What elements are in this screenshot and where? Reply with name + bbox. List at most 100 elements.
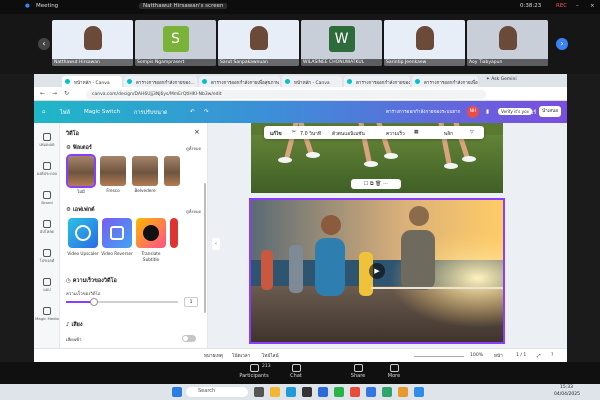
audio-toggle-1[interactable] — [182, 335, 196, 342]
filters-see-all-link[interactable]: ดูทั้งหมด — [186, 145, 201, 152]
chrome-icon[interactable] — [350, 387, 360, 397]
meeting-app-icon[interactable] — [366, 387, 376, 397]
video-upscaler-tile[interactable] — [68, 218, 98, 248]
prev-participants-icon[interactable]: ‹ — [38, 38, 50, 50]
rail-item[interactable]: Magic Media — [34, 307, 60, 321]
pages-button[interactable]: หน้า — [494, 353, 503, 360]
share-screen-button[interactable]: Share — [338, 364, 378, 379]
store-icon[interactable] — [302, 387, 312, 397]
chat-button[interactable]: Chat — [276, 364, 316, 379]
more-icon[interactable]: ⋯ — [383, 181, 388, 187]
translate-subtitle-tile[interactable] — [136, 218, 166, 248]
close-panel-icon[interactable]: × — [194, 128, 200, 136]
share-button[interactable]: แชร์ — [526, 109, 536, 117]
magic-switch-button[interactable]: Magic Switch — [84, 109, 120, 115]
app-icon-green[interactable] — [382, 387, 392, 397]
redo-icon[interactable]: ↷ — [204, 109, 209, 115]
filter-thumb-belvedere[interactable] — [132, 156, 158, 186]
duration-button[interactable]: 7.0 วินาที — [300, 130, 321, 138]
present-button[interactable]: นำเสนอ — [539, 106, 561, 117]
line-icon[interactable] — [334, 387, 344, 397]
video-reverser-tile[interactable] — [102, 218, 132, 248]
rail-item[interactable]: อัปโหลด — [34, 220, 60, 235]
mail-icon[interactable] — [318, 387, 328, 397]
start-icon[interactable] — [172, 387, 182, 397]
taskbar-time[interactable]: 15:33 — [560, 385, 573, 390]
rec-badge[interactable]: REC — [556, 3, 567, 9]
position-icon[interactable]: ▽ — [470, 130, 474, 135]
browser-tab[interactable]: ตารางการออกกำลังกายเพื่อสุขภาพ — [199, 76, 280, 87]
participant-tile[interactable]: Sarintip Jeenkaew — [384, 20, 465, 66]
zoom-level[interactable]: 100% — [470, 353, 483, 358]
more-button[interactable]: More — [374, 364, 414, 379]
back-icon[interactable]: ← — [40, 90, 45, 97]
undo-icon[interactable]: ↶ — [190, 109, 195, 115]
play-icon[interactable]: ▶ — [369, 263, 385, 279]
taskbar-date[interactable]: 04/04/2025 — [554, 392, 580, 397]
participants-button[interactable]: Participants — [234, 364, 274, 379]
next-effect-tile[interactable] — [170, 218, 178, 248]
app-icon-blue[interactable] — [414, 387, 424, 397]
user-avatar[interactable]: NH — [467, 106, 479, 118]
filter-thumb-next[interactable] — [164, 156, 180, 186]
help-icon[interactable]: ? — [551, 353, 553, 358]
panel-scrollbar[interactable] — [204, 183, 206, 313]
collapse-panel-icon[interactable]: ‹ — [212, 238, 220, 250]
speed-slider[interactable] — [66, 298, 178, 306]
duration-toggle[interactable]: โน้ตเวลา — [232, 353, 250, 360]
next-participants-icon[interactable]: › — [556, 38, 568, 50]
resize-button[interactable]: การปรับขนาด — [134, 109, 168, 117]
reload-icon[interactable]: ↻ — [64, 90, 69, 97]
browser-tab[interactable]: ตารางการออกกำลังกายของ... — [124, 76, 197, 87]
edge-icon[interactable] — [286, 387, 296, 397]
fullscreen-icon[interactable]: ⤢ — [537, 353, 541, 359]
comment-icon[interactable]: ☐ — [364, 181, 368, 187]
minimize-icon[interactable]: – — [576, 3, 579, 9]
participant-tile[interactable]: Natthawut Hirsawan — [52, 20, 133, 66]
browser-tab[interactable]: หน้าหลัก - Canva — [62, 76, 122, 87]
analytics-icon[interactable]: ▮ — [486, 109, 489, 115]
close-icon[interactable]: × — [590, 3, 595, 9]
duplicate-icon[interactable]: ⧉ — [370, 181, 374, 187]
effects-see-all-link[interactable]: ดูทั้งหมด — [186, 208, 201, 215]
notes-button[interactable]: หมายเหตุ — [204, 353, 223, 360]
participant-tile[interactable]: Aoy Tiabyapun — [467, 20, 548, 66]
scissors-icon[interactable]: ✂ — [292, 130, 296, 135]
rail-item[interactable]: แอป — [34, 278, 60, 293]
speed-button[interactable]: ความเร็ว — [386, 130, 405, 138]
rail-item[interactable]: โปรเจกต์ — [34, 249, 60, 264]
browser-tab[interactable]: ตารางการออกกำลังกายของ... — [344, 76, 410, 87]
forward-icon[interactable]: → — [52, 90, 57, 97]
taskbar-search[interactable]: Search — [186, 387, 248, 397]
timeline-button[interactable]: ไทม์ไลน์ — [262, 353, 279, 360]
app-icon-orange[interactable] — [398, 387, 408, 397]
delete-icon[interactable]: 🗑 — [375, 181, 381, 187]
page-2[interactable]: ▶ — [249, 198, 505, 344]
grid-icon[interactable]: ▦ — [414, 130, 419, 135]
animation-button[interactable]: ตัวตนแอนิเมชัน — [332, 130, 365, 138]
browser-tab[interactable]: ตารางการออกกำลังกายเพื่อ... — [412, 76, 478, 87]
home-icon[interactable]: ⌂ — [42, 109, 46, 115]
url-field[interactable]: canva.com/design/DAH6Ujj3Nj6ys/MmErQtlHK… — [86, 90, 486, 99]
filter-thumb-none[interactable] — [66, 154, 96, 188]
share-indicator[interactable]: Natthawut Hirsawan's screen — [139, 3, 228, 9]
participant-tile[interactable]: Sarut Sanpakawnuan — [218, 20, 299, 66]
ask-gemini-button[interactable]: ✦ Ask Gemini — [486, 77, 517, 82]
participant-tile[interactable]: W WILASINEE CHONUWATKUL — [301, 20, 382, 66]
speed-slider-handle[interactable] — [90, 298, 98, 306]
filter-thumb-fresco[interactable] — [100, 156, 126, 186]
files-icon[interactable] — [270, 387, 280, 397]
taskview-icon[interactable] — [254, 387, 264, 397]
zoom-slider[interactable] — [414, 356, 464, 357]
participant-video — [415, 26, 434, 50]
rail-item[interactable]: Brand — [34, 191, 60, 205]
file-menu[interactable]: ไฟล์ — [60, 109, 70, 117]
rail-item[interactable]: องค์ประกอบ — [34, 162, 60, 177]
browser-tab[interactable]: หน้าหลัก - Canva — [282, 76, 342, 87]
edit-button[interactable]: แก้ไข — [270, 130, 282, 138]
flip-button[interactable]: พลิก — [444, 130, 453, 138]
participant-tile[interactable]: S Sompis Ngamprasert — [135, 20, 216, 66]
rail-item[interactable]: เทมเพลต — [34, 133, 60, 148]
speed-value[interactable]: 1 — [184, 297, 198, 307]
document-title[interactable]: ตารางการออกกำลังกายของระบบยาก — [386, 109, 460, 116]
